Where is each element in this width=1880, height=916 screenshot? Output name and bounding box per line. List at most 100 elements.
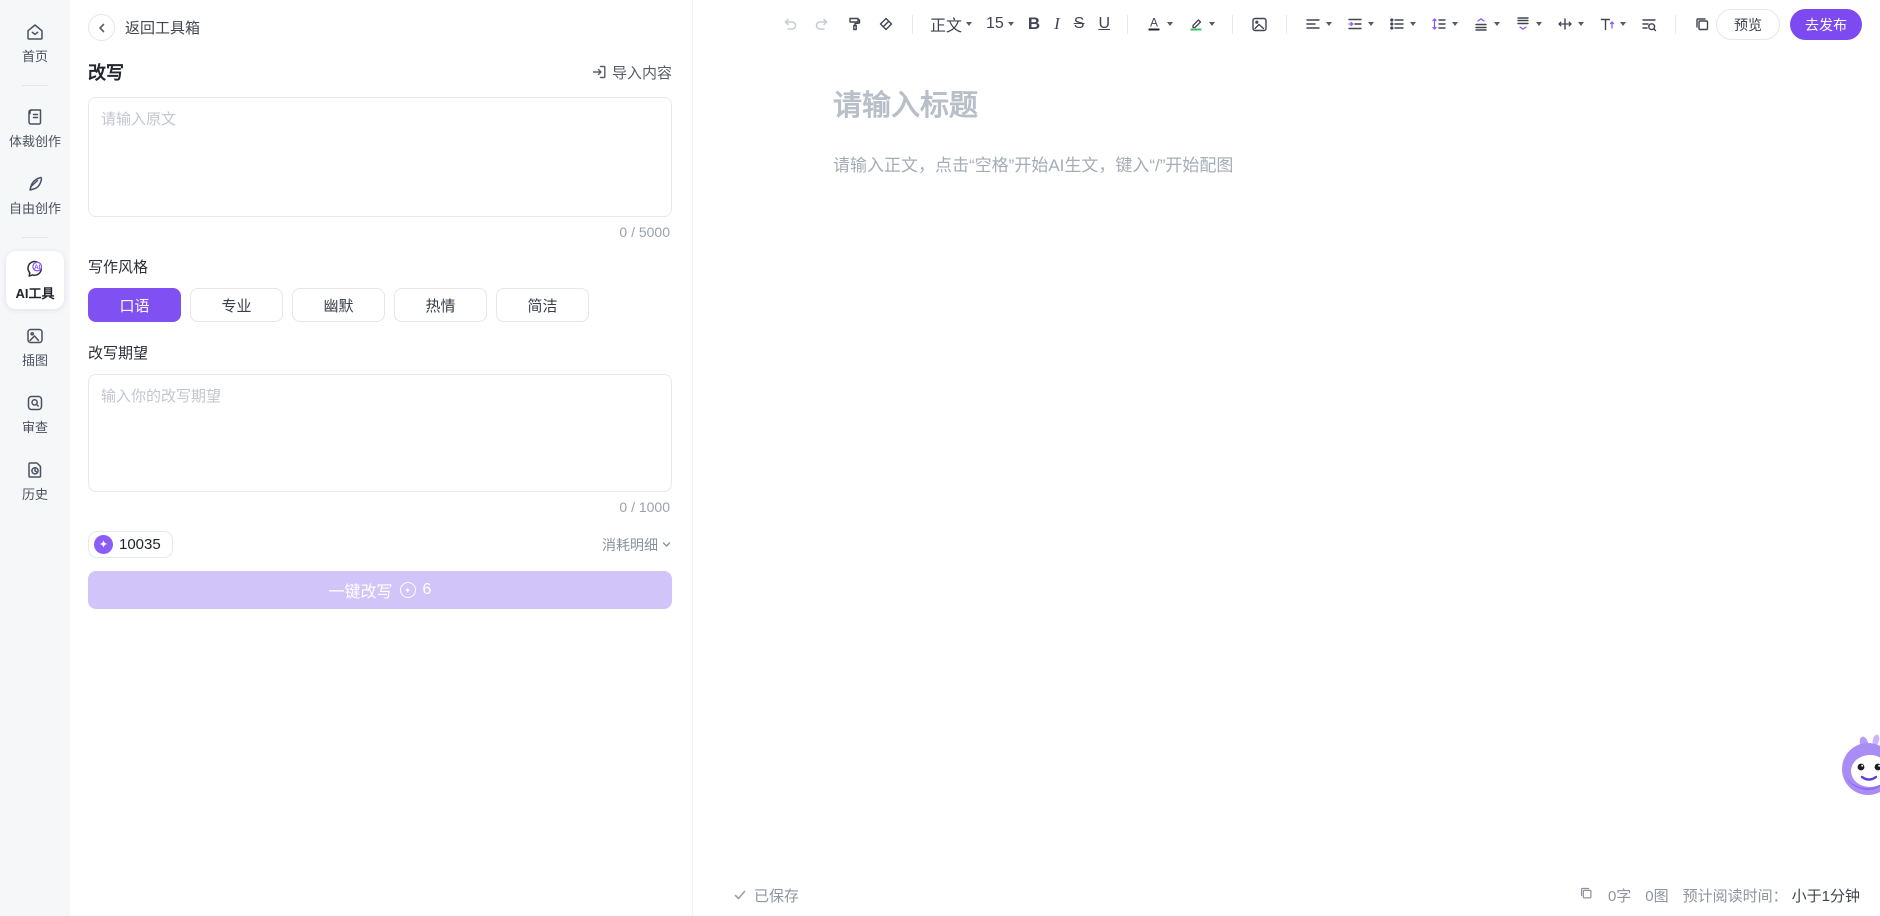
font-size-select[interactable]: 15 xyxy=(982,10,1018,38)
toolbar-divider xyxy=(1127,15,1128,34)
space-above-button[interactable] xyxy=(1468,10,1504,38)
chevron-down-icon xyxy=(966,22,972,26)
editor-toolbar: 正文 15 B I S U A xyxy=(693,0,1880,48)
back-to-toolbox-button[interactable] xyxy=(88,14,115,41)
indent-icon xyxy=(1346,15,1364,33)
style-option-professional[interactable]: 专业 xyxy=(190,288,283,322)
chevron-down-icon xyxy=(1167,22,1173,26)
list-button[interactable] xyxy=(1384,10,1420,38)
underline-button[interactable]: U xyxy=(1094,10,1114,38)
coin-balance-badge[interactable]: ✦ 10035 xyxy=(88,531,173,558)
assistant-mascot[interactable] xyxy=(1834,733,1880,804)
style-option-humorous[interactable]: 幽默 xyxy=(292,288,385,322)
space-below-icon xyxy=(1514,15,1532,33)
sidebar-item-illustration[interactable]: 插图 xyxy=(6,318,64,376)
writing-style-options: 口语 专业 幽默 热情 简洁 xyxy=(88,288,672,322)
text-top-spacing-icon xyxy=(1598,15,1616,33)
redo-button[interactable] xyxy=(809,10,835,38)
sidebar-item-label: 审查 xyxy=(22,417,48,436)
title-input-placeholder[interactable]: 请输入标题 xyxy=(833,82,1820,124)
toolbar-divider xyxy=(912,15,913,34)
chevron-down-icon xyxy=(1578,22,1584,26)
toolbar-divider xyxy=(1232,15,1233,34)
letter-spacing-icon xyxy=(1556,15,1574,33)
svg-text:AI: AI xyxy=(34,265,40,271)
preview-button[interactable]: 预览 xyxy=(1716,9,1780,40)
toolbar-divider xyxy=(1675,15,1676,34)
document-canvas[interactable]: 请输入标题 请输入正文，点击“空格”开始AI生文，键入“/”开始配图 xyxy=(693,48,1880,916)
coin-cost-icon: ✦ xyxy=(400,582,416,598)
chevron-down-icon xyxy=(661,539,672,550)
chevron-down-icon xyxy=(1368,22,1374,26)
undo-button[interactable] xyxy=(777,10,803,38)
chevron-down-icon xyxy=(1326,22,1332,26)
space-below-button[interactable] xyxy=(1510,10,1546,38)
rail-divider xyxy=(22,237,48,238)
rail-divider xyxy=(22,85,48,86)
rewrite-expectation-label: 改写期望 xyxy=(88,342,672,363)
source-text-input[interactable] xyxy=(88,97,672,217)
import-icon xyxy=(591,64,607,80)
home-icon xyxy=(24,21,46,43)
sidebar-item-history[interactable]: 历史 xyxy=(6,452,64,510)
reading-time-label: 预计阅读时间： xyxy=(1683,885,1788,906)
back-to-toolbox-label[interactable]: 返回工具箱 xyxy=(125,17,200,38)
publish-button[interactable]: 去发布 xyxy=(1790,9,1862,40)
format-painter-button[interactable] xyxy=(841,10,867,38)
indent-button[interactable] xyxy=(1342,10,1378,38)
bold-button[interactable]: B xyxy=(1024,10,1044,38)
history-icon xyxy=(24,459,46,481)
style-option-colloquial[interactable]: 口语 xyxy=(88,288,181,322)
source-char-counter: 0 / 5000 xyxy=(90,224,670,240)
panel-title: 改写 xyxy=(88,59,124,85)
check-icon xyxy=(733,888,747,902)
copy-stats-button[interactable] xyxy=(1578,885,1594,905)
sidebar-item-label: 历史 xyxy=(22,484,48,503)
align-button[interactable] xyxy=(1300,10,1336,38)
align-icon xyxy=(1304,15,1322,33)
sidebar-item-label: AI工具 xyxy=(15,283,54,302)
chevron-down-icon xyxy=(1209,22,1215,26)
undo-icon xyxy=(781,15,799,33)
import-content-button[interactable]: 导入内容 xyxy=(591,62,672,83)
space-above-icon xyxy=(1472,15,1490,33)
illustration-icon xyxy=(24,325,46,347)
copy-button[interactable] xyxy=(1689,10,1715,38)
app-window: 首页 体裁创作 自由创作 xyxy=(0,0,1880,916)
sidebar-item-ai-tools[interactable]: AI AI工具 xyxy=(6,251,64,309)
sidebar-item-label: 体裁创作 xyxy=(9,131,61,150)
style-option-passionate[interactable]: 热情 xyxy=(394,288,487,322)
font-color-button[interactable]: A xyxy=(1141,10,1177,38)
consumption-detail-label: 消耗明细 xyxy=(602,535,658,555)
highlight-button[interactable] xyxy=(1183,10,1219,38)
rewrite-expectation-input[interactable] xyxy=(88,374,672,492)
chevron-down-icon xyxy=(1410,22,1416,26)
sidebar-item-free-create[interactable]: 自由创作 xyxy=(6,166,64,224)
letter-spacing-button[interactable] xyxy=(1552,10,1588,38)
one-click-rewrite-button[interactable]: 一键改写 ✦ 6 xyxy=(88,571,672,609)
sidebar-item-genre-create[interactable]: 体裁创作 xyxy=(6,99,64,157)
consumption-detail-link[interactable]: 消耗明细 xyxy=(602,535,672,555)
chevron-down-icon xyxy=(1494,22,1500,26)
image-count: 0图 xyxy=(1645,885,1668,906)
sidebar-item-review[interactable]: 审查 xyxy=(6,385,64,443)
svg-text:A: A xyxy=(1150,16,1158,30)
chevron-left-icon xyxy=(96,22,108,34)
insert-image-button[interactable] xyxy=(1246,10,1273,38)
line-height-button[interactable] xyxy=(1426,10,1462,38)
review-icon xyxy=(24,392,46,414)
one-click-rewrite-label: 一键改写 xyxy=(329,578,393,602)
sidebar-item-label: 自由创作 xyxy=(9,198,61,217)
sidebar-item-home[interactable]: 首页 xyxy=(6,14,64,72)
text-top-spacing-button[interactable] xyxy=(1594,10,1630,38)
strikethrough-button[interactable]: S xyxy=(1070,10,1089,38)
body-input-placeholder[interactable]: 请输入正文，点击“空格”开始AI生文，键入“/”开始配图 xyxy=(833,151,1820,176)
clear-format-button[interactable] xyxy=(873,10,899,38)
paragraph-style-select[interactable]: 正文 xyxy=(926,10,976,38)
save-status-label: 已保存 xyxy=(754,885,799,906)
rewrite-tool-panel: 返回工具箱 改写 导入内容 0 / 5000 写作风格 口语 专业 幽默 热情 … xyxy=(70,0,693,916)
style-option-concise[interactable]: 简洁 xyxy=(496,288,589,322)
italic-button[interactable]: I xyxy=(1050,10,1064,38)
find-replace-button[interactable] xyxy=(1636,10,1662,38)
editor-statusbar: 已保存 0字 0图 预计阅读时间： 小于1分钟 xyxy=(693,874,1880,916)
